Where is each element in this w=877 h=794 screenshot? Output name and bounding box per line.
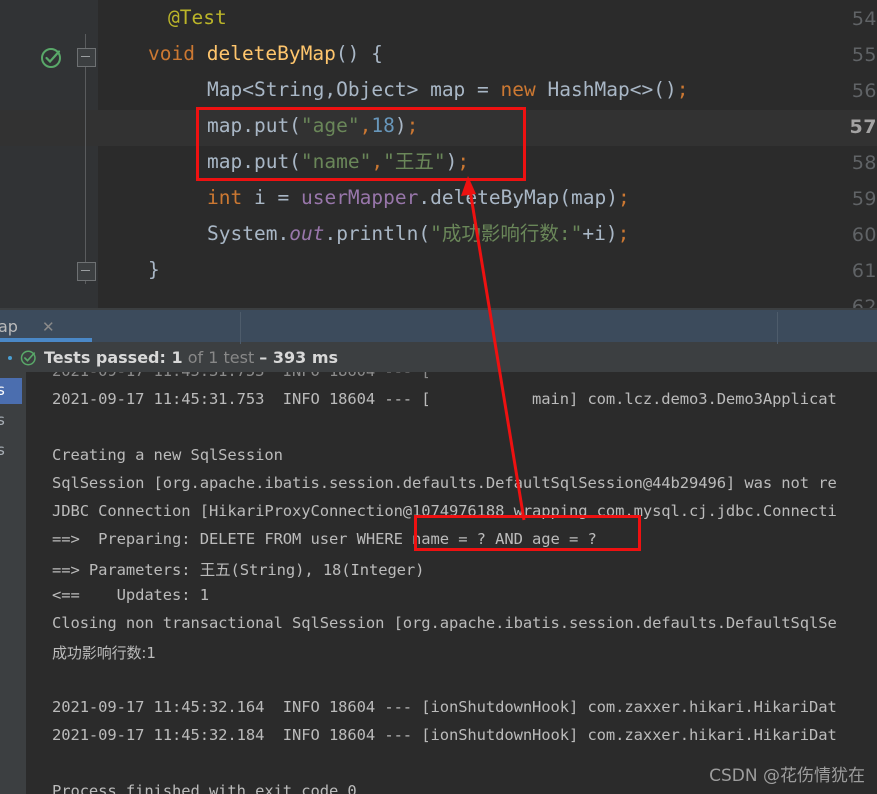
tests-passed-check-icon	[20, 349, 38, 367]
var-i: i	[253, 186, 266, 209]
line-number-61: 61	[851, 260, 877, 282]
code-line-57: map.put("age",18);	[207, 114, 419, 137]
tests-status-bar: Tests passed: 1 of 1 test – 393 ms	[0, 344, 877, 372]
code-line-56: Map<String,Object> map = new HashMap<>()…	[207, 78, 689, 101]
tab-active-underline	[0, 338, 92, 342]
test-tree-item-2[interactable]: s	[0, 441, 5, 459]
line-number-58: 58	[851, 152, 877, 174]
line-number-56: 56	[851, 80, 877, 102]
run-test-check-icon[interactable]	[40, 46, 64, 70]
tab-separator-2	[777, 312, 778, 344]
console-line-0: 2021-09-17 11:45:31.753 INFO 18604 --- […	[52, 390, 837, 408]
call-println: println	[336, 222, 419, 245]
console-line-5: ==> Preparing: DELETE FROM user WHERE na…	[52, 530, 597, 548]
tests-passed-count: 1	[171, 348, 183, 367]
current-line-highlight	[0, 110, 877, 146]
console-line-3: SqlSession [org.apache.ibatis.session.de…	[52, 474, 837, 492]
console-line-11: 2021-09-17 11:45:32.164 INFO 18604 --- […	[52, 698, 837, 716]
string-chinese-msg: "成功影响行数:"	[430, 222, 583, 245]
console-line-6: ==> Parameters: 王五(String), 18(Integer)	[52, 561, 425, 579]
line-number-57: 57	[849, 116, 877, 138]
method-name-deleteByMap: deleteByMap	[206, 42, 336, 65]
class-System: System	[207, 222, 278, 245]
console-line-4: JDBC Connection [HikariProxyConnection@1…	[52, 502, 837, 520]
fold-guide-line	[85, 34, 86, 284]
console-line-12: 2021-09-17 11:45:32.184 INFO 18604 --- […	[52, 726, 837, 744]
code-line-61: }	[148, 252, 160, 288]
type-map: Map<String,Object>	[207, 78, 419, 101]
console-output[interactable]: 2021-09-17 11:45:31.753 INFO 18604 --- […	[26, 372, 877, 794]
annotation-test: @Test	[168, 6, 227, 29]
var-userMapper: userMapper	[300, 186, 419, 209]
line-number-60: 60	[851, 224, 877, 246]
tests-dash: –	[259, 348, 273, 367]
code-punct-55: () {	[335, 42, 383, 65]
code-editor[interactable]: 54 55 56 57 58 59 60 61 62 @Test void de…	[0, 0, 877, 308]
fold-collapse-icon-55[interactable]	[77, 48, 96, 67]
close-brace: }	[148, 258, 160, 281]
console-line-14: Process finished with exit code 0	[52, 782, 357, 794]
console-line-7: <== Updates: 1	[52, 586, 209, 604]
test-tree-item-0[interactable]: s	[0, 381, 5, 399]
string-name: "name"	[300, 150, 372, 173]
tab-label: ap	[0, 317, 18, 336]
code-line-58: map.put("name","王五");	[207, 150, 470, 173]
tests-total-label: of 1 test	[182, 348, 260, 367]
line-number-62: 62	[851, 296, 877, 308]
fold-collapse-icon-61[interactable]	[77, 262, 96, 281]
concat-i: +i	[582, 222, 606, 245]
keyword-new: new	[500, 78, 536, 101]
line-number-54: 54	[851, 8, 877, 30]
code-line-59: int i = userMapper.deleteByMap(map);	[207, 186, 630, 209]
keyword-int: int	[207, 186, 243, 209]
var-map: map	[430, 78, 466, 101]
screenshot-root: 54 55 56 57 58 59 60 61 62 @Test void de…	[0, 0, 877, 794]
console-line-8: Closing non transactional SqlSession [or…	[52, 614, 837, 632]
code-line-55: void deleteByMap() {	[148, 36, 383, 72]
run-tool-window[interactable]: ap ✕ Tests passed: 1 of 1 test – 393 ms …	[0, 308, 877, 794]
tests-status-text: Tests passed: 1 of 1 test – 393 ms	[44, 348, 338, 367]
tests-duration: 393 ms	[272, 348, 339, 367]
call-deleteByMap: deleteByMap	[430, 186, 560, 209]
status-bullet-icon	[8, 356, 12, 360]
code-line-54: @Test	[168, 0, 227, 36]
test-tree-pane[interactable]: s s s	[0, 372, 22, 794]
string-age: "age"	[300, 114, 360, 137]
console-line-9: 成功影响行数:1	[52, 644, 156, 662]
code-line-60: System.out.println("成功影响行数:"+i);	[207, 222, 630, 245]
number-18: 18	[371, 114, 395, 137]
field-out: out	[289, 222, 325, 245]
keyword-void: void	[148, 42, 195, 65]
line-number-55: 55	[851, 44, 877, 66]
console-line-2: Creating a new SqlSession	[52, 446, 283, 464]
test-tree-item-1[interactable]: s	[0, 411, 5, 429]
line-number-59: 59	[851, 188, 877, 210]
string-wangwu: "王五"	[383, 150, 446, 173]
tests-passed-label: Tests passed:	[44, 348, 172, 367]
tab-separator-1	[240, 312, 241, 344]
console-line-clipped: 2021-09-17 11:45:31.753 INFO 18604 --- [	[52, 372, 431, 380]
tool-window-tab-bar[interactable]	[0, 310, 877, 344]
close-icon[interactable]: ✕	[42, 318, 55, 336]
type-hashmap: HashMap<>	[547, 78, 654, 101]
